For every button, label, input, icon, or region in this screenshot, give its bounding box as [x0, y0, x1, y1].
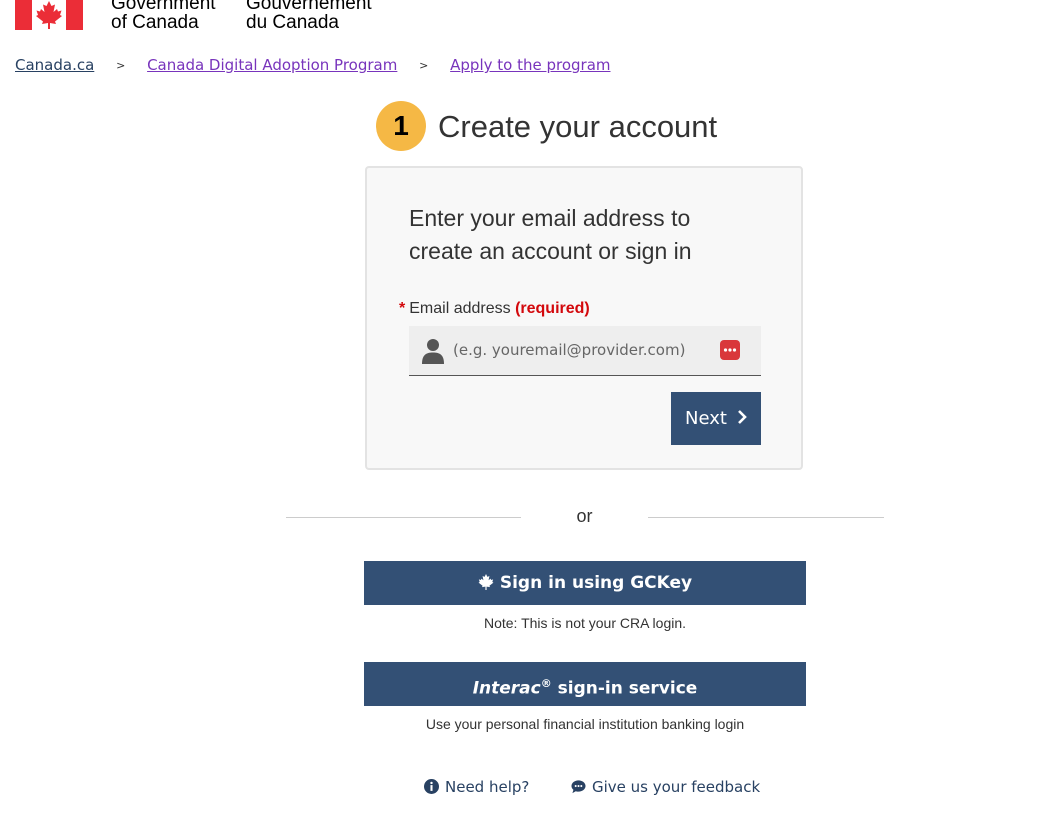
signature-fr-line2: du Canada: [246, 12, 339, 33]
need-help-link[interactable]: Need help?: [424, 778, 529, 796]
breadcrumb-link-apply[interactable]: Apply to the program: [450, 56, 610, 74]
signature-english: Government of Canada: [111, 0, 216, 32]
breadcrumb: Canada.ca > Canada Digital Adoption Prog…: [15, 56, 611, 74]
card-heading: Enter your email address to create an ac…: [409, 205, 692, 264]
ellipsis-icon: [723, 348, 737, 352]
breadcrumb-link-canada[interactable]: Canada.ca: [15, 56, 94, 74]
interac-note: Use your personal financial institution …: [425, 716, 745, 732]
email-label-text: Email address: [409, 300, 511, 317]
divider-left: [286, 517, 521, 518]
breadcrumb-separator: >: [419, 59, 429, 72]
email-field-wrapper: [409, 326, 761, 376]
gckey-button-label: Sign in using GCKey: [499, 573, 693, 593]
required-marker: *: [399, 300, 406, 317]
gckey-note: Note: This is not your CRA login.: [483, 615, 687, 631]
info-icon: [424, 779, 439, 794]
canada-flag-icon: [15, 0, 83, 30]
feedback-link[interactable]: Give us your feedback: [571, 778, 760, 796]
email-input[interactable]: [453, 326, 709, 374]
next-button[interactable]: Next: [671, 392, 761, 445]
signature-french: Gouvernement du Canada: [246, 0, 372, 32]
divider-right: [648, 517, 884, 518]
gckey-signin-button[interactable]: Sign in using GCKey: [364, 561, 806, 605]
password-manager-icon[interactable]: [720, 340, 740, 360]
page-title: Create your account: [438, 109, 718, 144]
registered-mark: ®: [540, 677, 552, 690]
next-button-label: Next: [685, 408, 727, 429]
feedback-label: Give us your feedback: [592, 778, 761, 796]
chevron-right-icon: [737, 408, 747, 429]
user-icon: [422, 339, 444, 364]
site-header: Government of Canada Gouvernement du Can…: [0, 0, 1063, 40]
or-separator: or: [576, 506, 593, 526]
maple-leaf-icon: [478, 574, 494, 590]
signature-en-line2: of Canada: [111, 12, 199, 33]
email-label: * Email address (required): [399, 300, 590, 318]
comment-icon: [571, 780, 586, 794]
breadcrumb-separator: >: [116, 59, 126, 72]
breadcrumb-link-cdap[interactable]: Canada Digital Adoption Program: [147, 56, 397, 74]
need-help-label: Need help?: [445, 778, 530, 796]
step-number-badge: 1: [376, 101, 426, 151]
email-signin-card: Enter your email address to create an ac…: [365, 166, 803, 470]
interac-brand: Interac: [472, 678, 541, 699]
interac-button-label: sign-in service: [551, 678, 698, 699]
required-text: (required): [515, 300, 590, 317]
interac-signin-button[interactable]: Interac® sign-in service: [364, 662, 806, 706]
